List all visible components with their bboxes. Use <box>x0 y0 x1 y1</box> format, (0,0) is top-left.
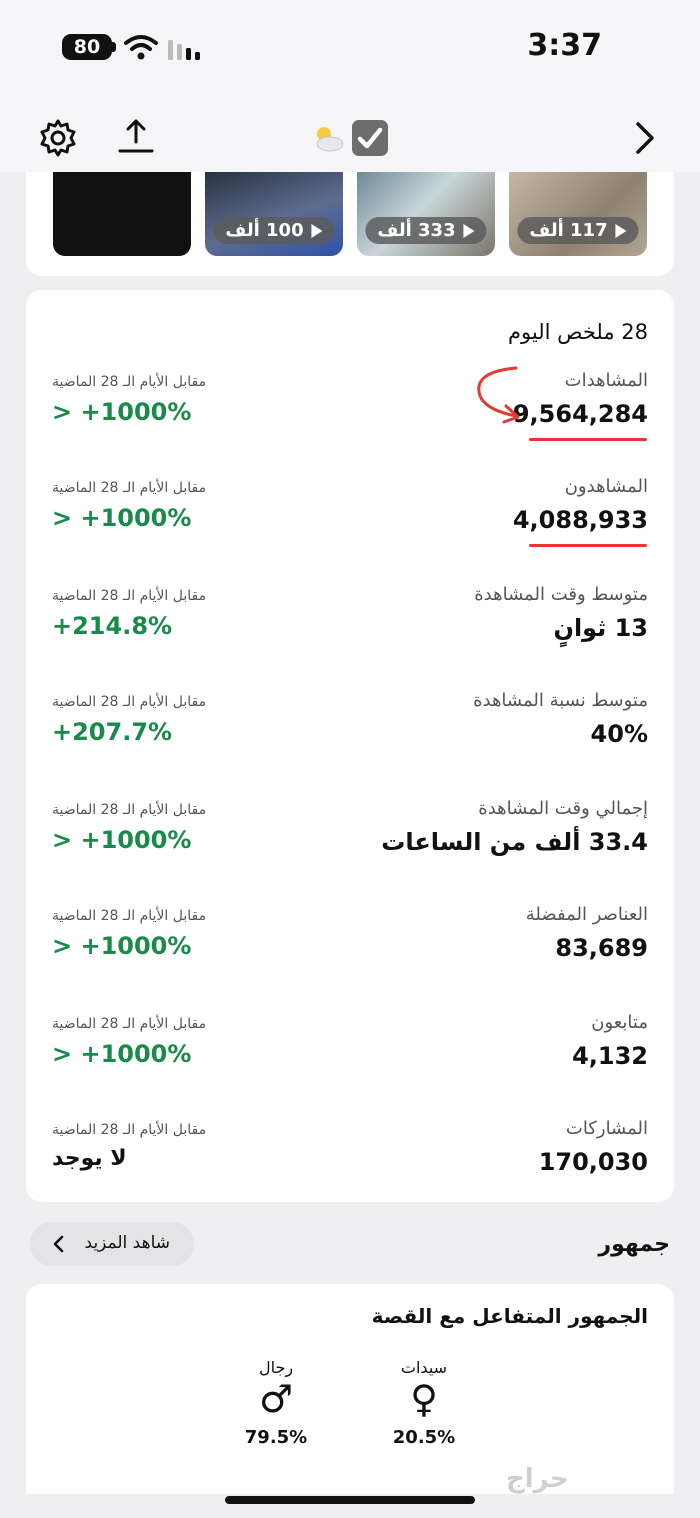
story-thumbnail[interactable]: 100 ألف <box>205 172 343 256</box>
metric-value: 4,088,933 <box>512 506 648 534</box>
metric-shares: المشاركات 170,030 مقابل الأيام الـ 28 ال… <box>26 1118 674 1218</box>
compare-value: +207.7% <box>52 718 173 746</box>
red-underline <box>529 438 647 441</box>
weather-icon <box>316 127 344 152</box>
thumbnail-view-count: 117 ألف <box>517 217 639 244</box>
gender-value: 79.5% <box>244 1427 308 1448</box>
cellular-signal-icon <box>168 40 200 60</box>
male-icon: ♂ <box>258 1377 294 1421</box>
metric-views: المشاهدات 9,564,284 مقابل الأيام الـ 28 … <box>26 370 674 470</box>
story-thumbnail[interactable]: 333 ألف <box>357 172 495 256</box>
metric-followers: متابعون 4,132 مقابل الأيام الـ 28 الماضي… <box>26 1012 674 1112</box>
audience-card: الجمهور المتفاعل مع القصة سيدات ♀ 20.5% … <box>26 1284 674 1494</box>
story-thumbnail[interactable]: 117 ألف <box>509 172 647 256</box>
see-more-button[interactable]: شاهد المزيد <box>30 1222 194 1266</box>
compare-label: مقابل الأيام الـ 28 الماضية <box>52 374 207 390</box>
compare-label: مقابل الأيام الـ 28 الماضية <box>52 480 207 496</box>
audience-header: جمهور <box>598 1232 670 1257</box>
play-icon <box>311 224 323 238</box>
compare-value: > +1000% <box>52 826 192 854</box>
red-arrow-annotation <box>477 366 520 424</box>
compare-label: مقابل الأيام الـ 28 الماضية <box>52 908 207 924</box>
home-indicator <box>225 1496 475 1504</box>
compare-label: مقابل الأيام الـ 28 الماضية <box>52 588 207 604</box>
metric-viewers: المشاهدون 4,088,933 مقابل الأيام الـ 28 … <box>26 476 674 576</box>
compare-value: > +1000% <box>52 932 192 960</box>
battery-icon: 80 <box>62 34 112 60</box>
female-icon: ♀ <box>410 1377 438 1421</box>
summary-title: 28 ملخص اليوم <box>508 320 648 344</box>
thumbnail-view-count: 100 ألف <box>213 217 335 244</box>
compare-label: مقابل الأيام الـ 28 الماضية <box>52 1122 207 1138</box>
battery-tip <box>112 42 116 52</box>
compare-label: مقابل الأيام الـ 28 الماضية <box>52 802 207 818</box>
compare-label: مقابل الأيام الـ 28 الماضية <box>52 694 207 710</box>
metric-label: إجمالي وقت المشاهدة <box>478 798 648 819</box>
audience-card-title: الجمهور المتفاعل مع القصة <box>371 1304 648 1328</box>
story-thumbnail[interactable] <box>53 172 191 256</box>
metric-avg-watch-percentage: متوسط نسبة المشاهدة 40% مقابل الأيام الـ… <box>26 690 674 790</box>
metric-label: المشاركات <box>565 1118 648 1139</box>
metric-label: المشاهدات <box>564 370 648 391</box>
metric-label: متوسط وقت المشاهدة <box>474 584 648 605</box>
metric-value: 13 ثوانٍ <box>553 614 648 642</box>
share-icon[interactable] <box>116 116 156 156</box>
chevron-left-icon <box>53 1235 64 1253</box>
gear-icon[interactable] <box>38 118 78 158</box>
metric-label: المشاهدون <box>564 476 648 497</box>
play-icon <box>615 224 627 238</box>
wifi-icon <box>124 35 158 60</box>
gender-value: 20.5% <box>392 1427 456 1448</box>
compare-value: > +1000% <box>52 398 192 426</box>
gender-women: سيدات ♀ 20.5% <box>384 1358 464 1448</box>
red-underline <box>529 544 647 547</box>
metric-value: 33.4 ألف من الساعات <box>381 828 648 856</box>
summary-card: 28 ملخص اليوم المشاهدات 9,564,284 مقابل … <box>26 290 674 1202</box>
thumbnail-view-count: 333 ألف <box>365 217 487 244</box>
compare-value: لا يوجد <box>52 1146 127 1171</box>
metric-value: 170,030 <box>538 1148 648 1176</box>
compare-value: > +1000% <box>52 1040 192 1068</box>
gender-men: رجال ♂ 79.5% <box>236 1358 316 1448</box>
compare-label: مقابل الأيام الـ 28 الماضية <box>52 1016 207 1032</box>
metric-label: متابعون <box>591 1012 648 1033</box>
metric-value: 83,689 <box>555 934 648 962</box>
metric-favorites: العناصر المفضلة 83,689 مقابل الأيام الـ … <box>26 904 674 1004</box>
story-thumbnails: 100 ألف 333 ألف 117 ألف <box>26 172 674 276</box>
metric-avg-watch-time: متوسط وقت المشاهدة 13 ثوانٍ مقابل الأيام… <box>26 584 674 684</box>
compare-value: > +1000% <box>52 504 192 532</box>
status-bar: 80 3:37 <box>0 0 700 100</box>
watermark: حراج <box>506 1464 569 1494</box>
metric-label: متوسط نسبة المشاهدة <box>473 690 648 711</box>
gender-label: سيدات <box>400 1358 448 1377</box>
play-icon <box>463 224 475 238</box>
status-time: 3:37 <box>527 28 602 63</box>
metric-total-watch-time: إجمالي وقت المشاهدة 33.4 ألف من الساعات … <box>26 798 674 898</box>
checkbox-icon[interactable] <box>350 118 390 158</box>
chevron-right-icon[interactable] <box>628 118 660 158</box>
toolbar <box>0 100 700 172</box>
see-more-label: شاهد المزيد <box>84 1233 170 1253</box>
gender-label: رجال <box>258 1358 294 1377</box>
metric-label: العناصر المفضلة <box>525 904 648 925</box>
compare-value: +214.8% <box>52 612 173 640</box>
metric-value: 4,132 <box>572 1042 648 1070</box>
metric-value: 40% <box>590 720 648 748</box>
